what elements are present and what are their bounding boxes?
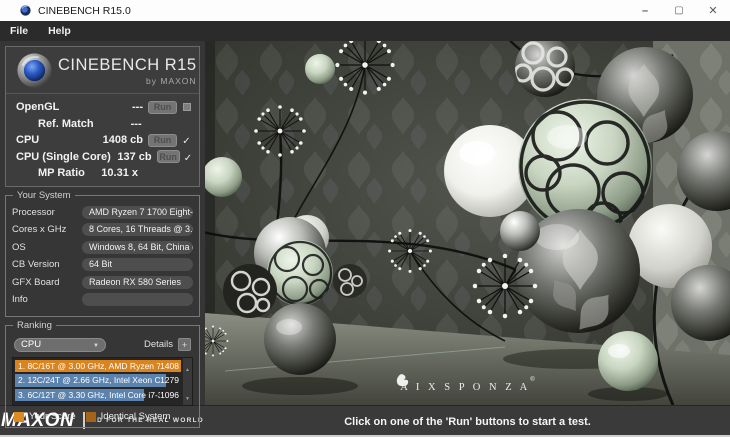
- opengl-checkbox[interactable]: [182, 103, 191, 112]
- cpu-run-button[interactable]: Run: [148, 133, 177, 147]
- info-value: [82, 293, 193, 306]
- minimize-button[interactable]: [628, 0, 662, 21]
- ranking-title: Ranking: [13, 319, 56, 331]
- cpu-single-check-icon: [184, 148, 192, 165]
- cpu-single-label: CPU (Single Core): [16, 150, 111, 163]
- cinebench-logo-icon: [17, 53, 52, 88]
- cpu-value: 1408 cb: [102, 134, 143, 147]
- chevron-down-icon: [93, 339, 99, 350]
- scroll-down-icon[interactable]: [185, 387, 190, 405]
- opengl-value: ---: [132, 101, 143, 114]
- opengl-run-button[interactable]: Run: [148, 100, 177, 114]
- left-panel: CINEBENCH R15 by MAXON OpenGL --- Run Re…: [0, 41, 205, 428]
- cores-value: 8 Cores, 16 Threads @ 3.00 GHz: [82, 223, 193, 236]
- your-system-title: Your System: [13, 189, 75, 201]
- mp-ratio-value: 10.31 x: [101, 167, 138, 180]
- bench-row-mp-ratio: MP Ratio 10.31 x: [6, 165, 199, 182]
- status-message: Click on one of the 'Run' buttons to sta…: [344, 415, 591, 428]
- titlebar: CINEBENCH R15.0: [0, 0, 730, 21]
- ranking-scrollbar[interactable]: [183, 357, 192, 405]
- menu-help[interactable]: Help: [38, 25, 81, 37]
- bench-row-opengl: OpenGL --- Run: [6, 99, 199, 116]
- cpu-label: CPU: [16, 134, 40, 147]
- processor-value: AMD Ryzen 7 1700 Eight-Core Processor: [82, 205, 193, 219]
- app-name: CINEBENCH R15: [58, 55, 197, 74]
- cb-version-value: 64 Bit: [82, 258, 193, 271]
- app-icon: [20, 5, 31, 16]
- ranking-row-1[interactable]: 1. 8C/16T @ 3.00 GHz, AMD Ryzen 7 1700 E…: [15, 359, 181, 372]
- bench-row-refmatch: Ref. Match ---: [6, 116, 199, 133]
- menubar: File Help: [0, 21, 730, 41]
- your-system-group: Your System Processor AMD Ryzen 7 1700 E…: [5, 189, 200, 317]
- results-box: CINEBENCH R15 by MAXON OpenGL --- Run Re…: [5, 46, 200, 187]
- sys-row-os: OS Windows 8, 64 Bit, China (build 9200): [12, 240, 193, 254]
- ranking-list: 1. 8C/16T @ 3.00 GHz, AMD Ryzen 7 1700 E…: [12, 356, 193, 406]
- sys-row-cores: Cores x GHz 8 Cores, 16 Threads @ 3.00 G…: [12, 223, 193, 236]
- sys-row-gfx: GFX Board Radeon RX 580 Series: [12, 275, 193, 289]
- render-scene: A I X S P O N Z A®: [205, 41, 730, 405]
- app-byline: by MAXON: [146, 75, 197, 86]
- bench-row-cpu-single: CPU (Single Core) 137 cb Run: [6, 148, 199, 166]
- app-window: CINEBENCH R15.0 File Help: [0, 0, 730, 437]
- details-button[interactable]: +: [178, 338, 191, 351]
- opengl-label: OpenGL: [16, 101, 60, 114]
- close-button[interactable]: [696, 0, 730, 21]
- maximize-button[interactable]: [662, 0, 696, 21]
- watermark-registered: ®: [530, 377, 535, 383]
- window-title: CINEBENCH R15.0: [38, 4, 131, 17]
- render-image: [205, 41, 730, 405]
- watermark-text: A I X S P O N Z A: [400, 382, 531, 393]
- cpu-single-run-button[interactable]: Run: [156, 150, 180, 164]
- logo-row: CINEBENCH R15 by MAXON: [6, 47, 199, 94]
- mp-ratio-label: MP Ratio: [38, 167, 85, 180]
- bench-row-cpu: CPU 1408 cb Run: [6, 131, 199, 149]
- sys-row-info: Info: [12, 293, 193, 306]
- ranking-row-2[interactable]: 2. 12C/24T @ 2.66 GHz, Intel Xeon CPU X5…: [15, 374, 181, 387]
- ranking-filter-select[interactable]: CPU: [14, 337, 106, 352]
- os-value: Windows 8, 64 Bit, China (build 9200): [82, 240, 193, 254]
- gfx-value: Radeon RX 580 Series: [82, 275, 193, 289]
- refmatch-value: ---: [130, 117, 142, 130]
- ranking-row-3[interactable]: 3. 6C/12T @ 3.30 GHz, Intel Core i7-3930…: [15, 388, 181, 401]
- details-label: Details: [143, 339, 173, 350]
- identical-system-swatch: [85, 411, 96, 422]
- menu-file[interactable]: File: [0, 25, 38, 37]
- ranking-group: Ranking CPU Details + 1. 8C/16T @ 3.00 G…: [5, 319, 200, 428]
- refmatch-label: Ref. Match: [38, 117, 94, 130]
- scroll-up-icon[interactable]: [185, 358, 190, 376]
- cpu-check-icon: [182, 131, 190, 148]
- sys-row-cb-version: CB Version 64 Bit: [12, 258, 193, 271]
- sys-row-processor: Processor AMD Ryzen 7 1700 Eight-Core Pr…: [12, 205, 193, 219]
- cpu-single-value: 137 cb: [117, 150, 152, 163]
- your-score-swatch: [14, 411, 24, 422]
- ranking-legend: Your Score Identical System: [12, 411, 193, 422]
